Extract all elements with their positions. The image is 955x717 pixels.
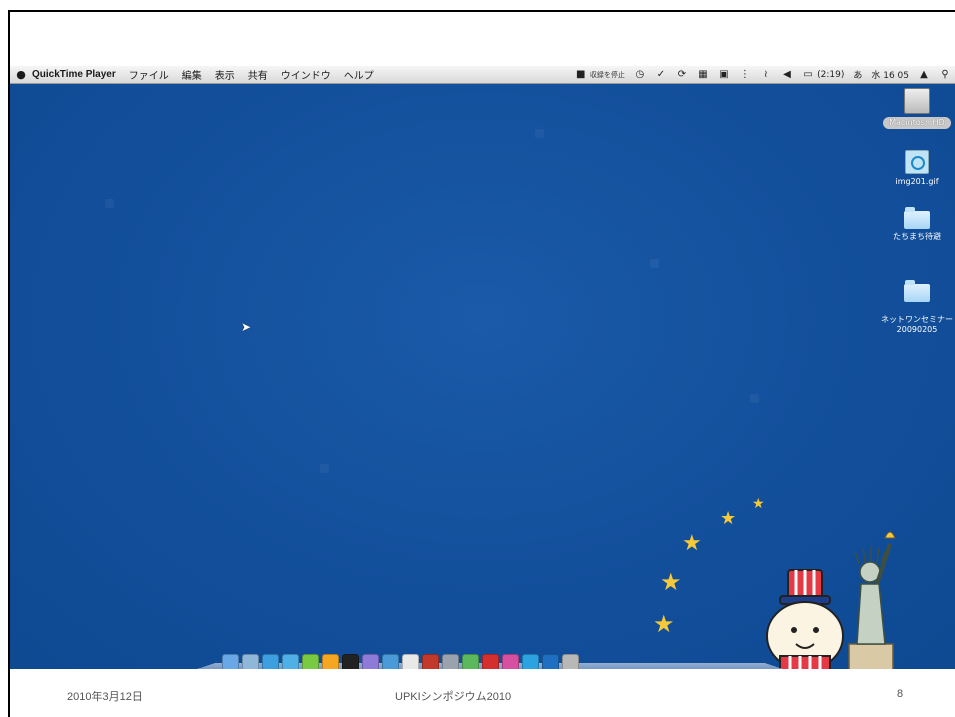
app-green-icon[interactable] (302, 654, 319, 669)
app-chart-icon[interactable] (462, 654, 479, 669)
image-file-icon (905, 150, 929, 174)
display-icon[interactable]: ▣ (718, 69, 730, 80)
stop-recording-button[interactable]: ■ 収録を停止 (575, 69, 625, 80)
dock-items (222, 654, 579, 669)
finder-icon[interactable] (222, 654, 239, 669)
desktop-icon-label: ネットワンセミナー 20090205 (881, 315, 953, 334)
dock (182, 639, 798, 669)
menu-view[interactable]: 表示 (215, 67, 235, 82)
quicktime-icon[interactable] (542, 654, 559, 669)
battery-time: (2:19) (817, 70, 845, 80)
sync-icon[interactable]: ⟳ (676, 69, 688, 80)
wallpaper-dot (320, 464, 329, 473)
hard-drive-icon (904, 88, 930, 114)
star-decoration-icon: ★ (653, 610, 675, 638)
preview-icon[interactable] (242, 654, 259, 669)
terminal-icon[interactable] (342, 654, 359, 669)
desktop-icon-folder-taihi[interactable]: たちまち待避 (872, 207, 955, 242)
battery-icon: ▭ (803, 69, 813, 80)
menu-file[interactable]: ファイル (129, 67, 169, 82)
time-machine-icon[interactable]: ◷ (634, 69, 646, 80)
wallpaper-dot (650, 259, 659, 268)
system-preferences-icon[interactable] (442, 654, 459, 669)
desktop-icon-label: img201.gif (895, 177, 939, 186)
wifi-icon[interactable]: ≀ (760, 69, 772, 80)
star-decoration-icon: ★ (660, 568, 682, 596)
safari-icon[interactable] (262, 654, 279, 669)
mac-screen: ● QuickTime Player ファイル 編集 表示 共有 ウインドウ ヘ… (10, 66, 955, 669)
folder-icon (904, 280, 930, 302)
footer-page-number: 8 (897, 688, 904, 700)
folder-icon (904, 207, 930, 229)
bluetooth-icon[interactable]: ⋮ (739, 69, 751, 80)
app-colorful-icon[interactable] (502, 654, 519, 669)
star-decoration-icon: ★ (682, 531, 702, 556)
stop-recording-label: 収録を停止 (589, 71, 625, 79)
user-icon[interactable]: ▲ (918, 69, 930, 80)
itunes-icon[interactable] (382, 654, 399, 669)
wallpaper-dot (750, 394, 759, 403)
app-menu-extra-icon[interactable]: ▦ (697, 69, 709, 80)
wallpaper-dot (535, 129, 544, 138)
desktop-icon-folder-seminar[interactable]: ネットワンセミナー 20090205 (872, 274, 955, 335)
ical-icon[interactable] (402, 654, 419, 669)
wallpaper-dot (105, 199, 114, 208)
star-decoration-icon: ★ (720, 508, 737, 529)
menu-window[interactable]: ウインドウ (281, 67, 331, 82)
desktop-icon-macintosh-hd[interactable]: Macintosh HD (872, 88, 955, 129)
apple-menu-icon[interactable]: ● (10, 68, 32, 81)
desktop-icon-img201[interactable]: img201.gif (872, 150, 955, 187)
star-decoration-icon: ★ (752, 496, 765, 512)
desktop[interactable]: Macintosh HD img201.gif たちまち待避 ネットワンセミナー… (10, 84, 955, 669)
menu-app-name[interactable]: QuickTime Player (32, 69, 116, 80)
mouse-pointer-icon: ➤ (241, 320, 252, 334)
trash-icon[interactable] (562, 654, 579, 669)
battery-status[interactable]: ▭ (2:19) (802, 69, 844, 80)
messenger-icon[interactable] (282, 654, 299, 669)
menu-help[interactable]: ヘルプ (344, 67, 374, 82)
dictionary-icon[interactable] (422, 654, 439, 669)
check-icon[interactable]: ✓ (655, 69, 667, 80)
footer-date: 2010年3月12日 (67, 691, 143, 703)
input-method-indicator[interactable]: あ (853, 68, 862, 81)
en-icon[interactable] (482, 654, 499, 669)
spotlight-search-icon[interactable]: ⚲ (939, 69, 951, 80)
volume-icon[interactable]: ◀ (781, 69, 793, 80)
footer-title: UPKIシンポジウム2010 (395, 691, 512, 703)
menu-extras: ■ 収録を停止 ◷ ✓ ⟳ ▦ ▣ ⋮ ≀ ◀ ▭ (2:19) あ 水 16 … (575, 66, 951, 83)
desktop-icon-label: たちまち待避 (893, 232, 941, 241)
menu-clock[interactable]: 水 16 05 (871, 68, 909, 81)
menu-share[interactable]: 共有 (248, 67, 268, 82)
skype-icon[interactable] (522, 654, 539, 669)
menu-edit[interactable]: 編集 (182, 67, 202, 82)
pages-icon[interactable] (322, 654, 339, 669)
menu-bar: ● QuickTime Player ファイル 編集 表示 共有 ウインドウ ヘ… (10, 66, 955, 84)
desktop-icon-label: Macintosh HD (883, 117, 951, 129)
record-stop-icon: ■ (576, 69, 586, 80)
app-purple-icon[interactable] (362, 654, 379, 669)
